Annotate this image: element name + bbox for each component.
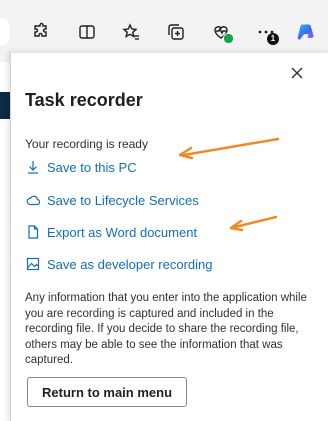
address-bar-edge[interactable] bbox=[0, 18, 10, 46]
export-word-label: Export as Word document bbox=[47, 224, 198, 240]
save-developer-label: Save as developer recording bbox=[47, 256, 213, 272]
return-to-main-menu-button[interactable]: Return to main menu bbox=[27, 377, 188, 407]
save-to-lifecycle-label: Save to Lifecycle Services bbox=[47, 192, 199, 208]
privacy-notice: Any information that you enter into the … bbox=[25, 292, 307, 366]
document-icon bbox=[25, 224, 41, 240]
extensions-icon[interactable] bbox=[26, 18, 54, 46]
browser-window: 1 Task recorder Your recording is ready … bbox=[0, 0, 328, 421]
annotation-arrow bbox=[178, 137, 280, 160]
download-icon bbox=[25, 159, 41, 175]
cloud-icon bbox=[25, 192, 41, 208]
favorites-icon[interactable] bbox=[117, 18, 145, 46]
collections-icon[interactable] bbox=[162, 18, 190, 46]
save-developer-link[interactable]: Save as developer recording bbox=[25, 254, 213, 274]
save-to-pc-label: Save to this PC bbox=[47, 159, 137, 175]
image-icon bbox=[25, 256, 41, 272]
panel-title: Task recorder bbox=[25, 90, 143, 110]
split-screen-icon[interactable] bbox=[73, 18, 101, 46]
export-word-link[interactable]: Export as Word document bbox=[25, 222, 197, 242]
annotation-arrow bbox=[229, 215, 278, 232]
recording-status: Your recording is ready bbox=[25, 137, 148, 151]
page-content bbox=[0, 62, 10, 421]
close-icon[interactable] bbox=[287, 63, 307, 83]
save-to-pc-link[interactable]: Save to this PC bbox=[25, 157, 137, 177]
status-dot-icon bbox=[223, 33, 234, 44]
notification-badge: 1 bbox=[267, 33, 279, 45]
task-recorder-panel: Task recorder Your recording is ready Sa… bbox=[10, 52, 328, 421]
more-icon[interactable]: 1 bbox=[252, 18, 280, 46]
browser-essentials-icon[interactable] bbox=[207, 18, 235, 46]
copilot-icon[interactable] bbox=[292, 18, 320, 46]
page-header-bar bbox=[0, 92, 10, 119]
save-to-lifecycle-link[interactable]: Save to Lifecycle Services bbox=[25, 190, 199, 210]
